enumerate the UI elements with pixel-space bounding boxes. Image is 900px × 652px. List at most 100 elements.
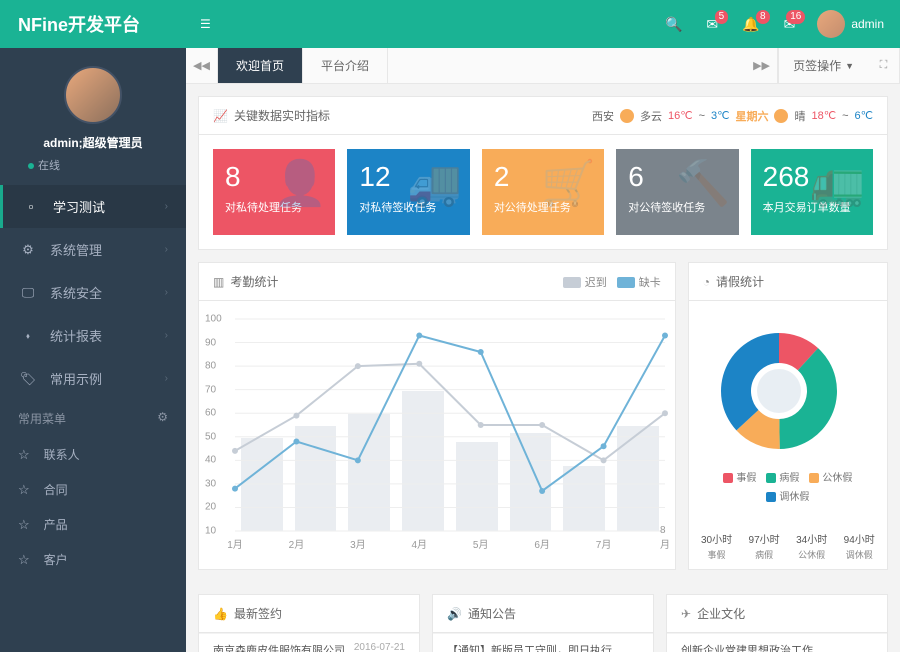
- profile-avatar[interactable]: [64, 66, 122, 124]
- sub-item-0[interactable]: ☆ 联系人: [0, 437, 186, 472]
- list-item[interactable]: 南京森鹿皮件服饰有限公司2016-07-21: [199, 633, 419, 652]
- tab-scroll-left-icon[interactable]: ◀◀: [186, 48, 218, 83]
- nav-label: 学习测试: [53, 197, 165, 216]
- panel-header: ✈ 企业文化: [667, 595, 887, 633]
- nav-icon: ⚙: [18, 242, 38, 258]
- kpi-cards: 8对私待处理任务👤12对私待签收任务🚚2对公待处理任务🛒6对公待签收任务🔨268…: [199, 135, 887, 249]
- nav-label: 系统管理: [50, 240, 165, 259]
- chevron-right-icon: ›: [165, 201, 168, 212]
- panel-title: 最新签约: [234, 605, 282, 622]
- legend-box-late: [563, 277, 581, 288]
- weather-low-1: 3℃: [711, 109, 729, 122]
- panel-icon: ✈: [681, 607, 691, 621]
- weather-icon-1: [620, 109, 634, 123]
- card-bg-icon: 👤: [273, 157, 328, 209]
- kpi-card-3[interactable]: 6对公待签收任务🔨: [616, 149, 738, 235]
- tab-welcome[interactable]: 欢迎首页: [218, 48, 303, 83]
- tab-scroll-right-icon[interactable]: ▶▶: [746, 48, 778, 83]
- gear-icon[interactable]: ⚙: [157, 410, 168, 427]
- sidebar: admin;超级管理员 在线 ▫学习测试›⚙系统管理›🖵系统安全›⬪统计报表›🏷…: [0, 48, 186, 652]
- profile-name: admin;超级管理员: [0, 134, 186, 151]
- panel-header: 👍 最新签约: [199, 595, 419, 633]
- chevron-down-icon: ▼: [845, 61, 854, 71]
- attendance-title: 考勤统计: [230, 273, 278, 290]
- card-bg-icon: 🚚: [407, 157, 462, 209]
- leave-stat: 94小时调休假: [835, 531, 883, 561]
- leave-panel: ◔ 请假统计 事假病假公休假调休假 30小时事假97小时病假34小时公休假94小…: [688, 262, 888, 570]
- username[interactable]: admin: [851, 17, 900, 31]
- leave-stats: 30小时事假97小时病假34小时公休假94小时调休假: [689, 523, 887, 569]
- nav-icon: 🏷: [18, 371, 38, 387]
- attendance-chart: 1020304050607080901001月2月3月4月5月6月7月8月: [199, 301, 675, 561]
- weather-city: 西安: [592, 108, 614, 124]
- list-item[interactable]: 创新企业党建思想政治工作: [667, 633, 887, 652]
- kpi-header: 📈 关键数据实时指标 西安 多云 16℃~3℃ 星期六 晴 18℃~6℃: [199, 97, 887, 135]
- panel-icon: 🔊: [447, 607, 462, 621]
- tab-fullscreen-icon[interactable]: ⛶: [868, 48, 900, 83]
- kpi-card-2[interactable]: 2对公待处理任务🛒: [482, 149, 604, 235]
- mail-icon[interactable]: ✉16: [772, 16, 808, 33]
- item-text: 【通知】新版员工守则，即日执行: [447, 642, 612, 652]
- item-text: 南京森鹿皮件服饰有限公司: [213, 642, 345, 652]
- nav-label: 统计报表: [50, 326, 165, 345]
- nav-item-0[interactable]: ▫学习测试›: [0, 185, 186, 228]
- star-icon: ☆: [18, 552, 30, 568]
- sub-label: 产品: [44, 516, 68, 533]
- leave-title: 请假统计: [716, 273, 764, 290]
- attendance-header: ▥ 考勤统计 迟到 缺卡: [199, 263, 675, 301]
- panel-icon: 👍: [213, 607, 228, 621]
- sub-label: 合同: [44, 481, 68, 498]
- chevron-right-icon: ›: [165, 244, 168, 255]
- brand-logo[interactable]: NFine开发平台: [0, 11, 186, 37]
- nav-label: 常用示例: [50, 369, 165, 388]
- avatar[interactable]: [817, 10, 845, 38]
- tab-intro[interactable]: 平台介绍: [303, 48, 388, 83]
- tab-operations[interactable]: 页签操作 ▼: [778, 48, 868, 83]
- sub-label: 联系人: [44, 446, 80, 463]
- list-item[interactable]: 【通知】新版员工守则，即日执行: [433, 633, 653, 652]
- alerts-icon[interactable]: 🔔8: [730, 16, 771, 33]
- sub-label: 客户: [44, 551, 68, 568]
- panel-title: 企业文化: [697, 605, 745, 622]
- panel-title: 通知公告: [468, 605, 516, 622]
- nav-item-2[interactable]: 🖵系统安全›: [0, 271, 186, 314]
- nav-item-3[interactable]: ⬪统计报表›: [0, 314, 186, 357]
- bar-chart-icon: ▥: [213, 275, 224, 289]
- sub-item-1[interactable]: ☆合同: [0, 472, 186, 507]
- content: 📈 关键数据实时指标 西安 多云 16℃~3℃ 星期六 晴 18℃~6℃ 8对私…: [186, 84, 900, 652]
- messages-badge: 5: [715, 10, 729, 24]
- weather-day: 星期六: [735, 108, 768, 124]
- sub-item-2[interactable]: ☆ 产品: [0, 507, 186, 542]
- star-icon: ☆: [18, 517, 30, 533]
- status-dot-icon: [28, 163, 34, 169]
- messages-icon[interactable]: ✉5: [694, 16, 730, 33]
- kpi-card-1[interactable]: 12对私待签收任务🚚: [347, 149, 469, 235]
- common-menu-header: 常用菜单 ⚙: [0, 400, 186, 437]
- card-bg-icon: 🛒: [541, 157, 596, 209]
- nav-icon: 🖵: [18, 285, 38, 301]
- nav-item-4[interactable]: 🏷常用示例›: [0, 357, 186, 400]
- kpi-card-0[interactable]: 8对私待处理任务👤: [213, 149, 335, 235]
- pie-chart-icon: ◔: [703, 275, 710, 289]
- sub-item-3[interactable]: ☆ 客户: [0, 542, 186, 577]
- sidebar-toggle-icon[interactable]: ☰: [186, 17, 225, 31]
- bottom-panel-p3: ✈企业文化创新企业党建思想政治工作现代国有企业道德体系初构2016-07-02: [666, 594, 888, 652]
- alerts-badge: 8: [756, 10, 770, 24]
- main: ◀◀ 欢迎首页 平台介绍 ▶▶ 页签操作 ▼ ⛶ 📈 关键数据实时指标 西安 多…: [186, 48, 900, 652]
- nav-item-1[interactable]: ⚙ 系统管理›: [0, 228, 186, 271]
- leave-stat: 34小时公休假: [788, 531, 836, 561]
- item-text: 创新企业党建思想政治工作: [681, 642, 813, 652]
- attendance-legend: 迟到 缺卡: [563, 274, 661, 290]
- weather-widget: 西安 多云 16℃~3℃ 星期六 晴 18℃~6℃: [592, 108, 873, 124]
- kpi-title: 关键数据实时指标: [234, 107, 330, 124]
- tab-ops-label: 页签操作: [793, 57, 841, 74]
- card-bg-icon: 🚛: [810, 157, 865, 209]
- kpi-card-4[interactable]: 268本月交易订单数量🚛: [751, 149, 873, 235]
- status-text: 在线: [38, 160, 60, 172]
- mail-badge: 16: [786, 10, 805, 24]
- search-icon[interactable]: 🔍: [653, 16, 694, 33]
- legend-absent: 缺卡: [639, 277, 661, 289]
- weather-high-1: 16℃: [668, 109, 693, 122]
- star-icon: ☆: [18, 447, 30, 463]
- bottom-panel-p1: 👍最新签约南京森鹿皮件服饰有限公司2016-07-21曲靖市绿能燃气运输有限公司…: [198, 594, 420, 652]
